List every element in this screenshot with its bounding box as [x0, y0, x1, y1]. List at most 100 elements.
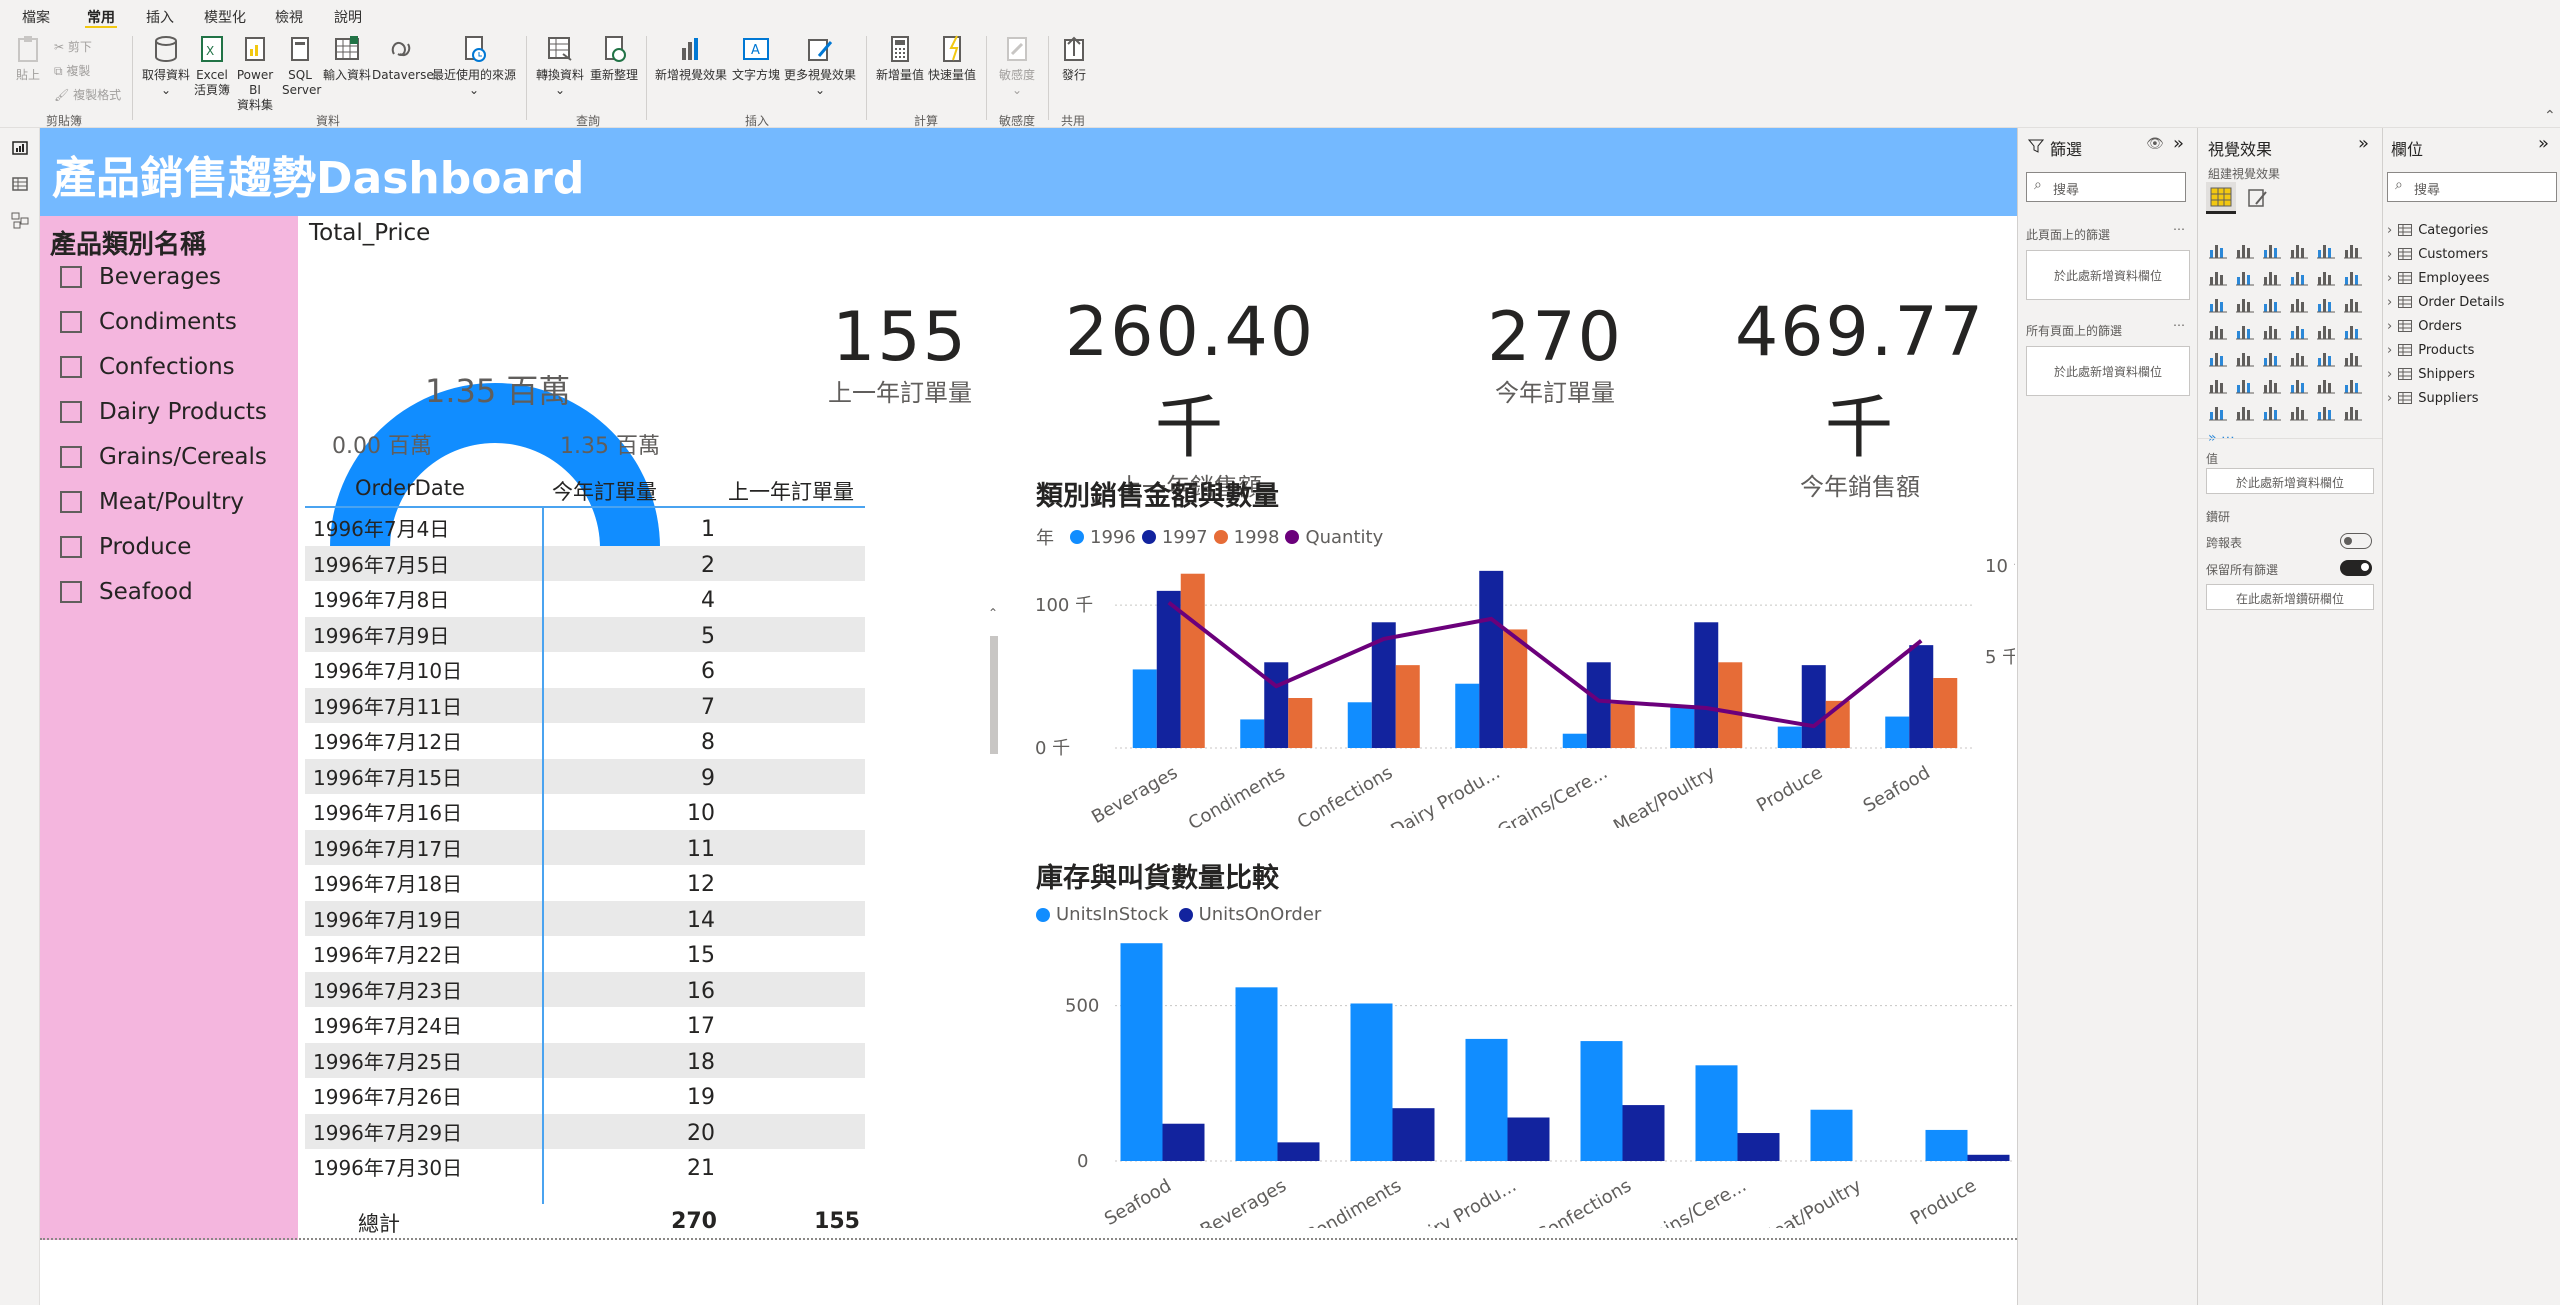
tab-insert[interactable]: 插入 [146, 7, 174, 27]
legend-units-on-order[interactable]: UnitsOnOrder [1199, 904, 1322, 925]
cross-report-toggle[interactable] [2340, 533, 2372, 549]
visual-type-icon[interactable] [2316, 240, 2336, 260]
publish-button[interactable]: 發行 [1054, 34, 1094, 83]
field-table-item[interactable]: › Products [2387, 338, 2474, 362]
visual-type-icon[interactable] [2289, 321, 2309, 341]
format-painter-button[interactable]: 🖌 複製格式 [54, 86, 121, 103]
visual-type-icon[interactable] [2208, 402, 2228, 422]
collapse-visuals-icon[interactable]: » [2358, 133, 2369, 154]
kpi-card-this-year-sales[interactable]: 469.77 千 今年銷售額 [1700, 293, 2020, 502]
table-row[interactable]: 1996年7月16日 10 [305, 794, 865, 830]
table-row[interactable]: 1996年7月26日 19 [305, 1078, 865, 1114]
bar-1996[interactable] [1455, 683, 1480, 748]
checkbox[interactable] [60, 446, 82, 468]
more-visuals-button[interactable]: 更多視覺效果 ⌄ [782, 34, 858, 98]
field-table-item[interactable]: › Categories [2387, 218, 2488, 242]
slicer-item-confections[interactable]: Confections [60, 350, 235, 384]
enter-data-button[interactable]: 輸入資料 [320, 34, 374, 83]
table-row[interactable]: 1996年7月8日 4 [305, 581, 865, 617]
bar-1996[interactable] [1347, 702, 1372, 748]
visual-type-icon[interactable] [2316, 267, 2336, 287]
slicer-item-condiments[interactable]: Condiments [60, 305, 237, 339]
bar-UnitsOnOrder[interactable] [1967, 1154, 2010, 1161]
kpi-card-last-year-sales[interactable]: 260.40 千 上一年銷售額 [1040, 293, 1340, 502]
visual-type-icon[interactable] [2316, 402, 2336, 422]
bar-UnitsInStock[interactable] [1810, 1109, 1853, 1161]
recent-sources-button[interactable]: 最近使用的來源 ⌄ [430, 34, 518, 98]
bar-UnitsInStock[interactable] [1925, 1129, 1968, 1161]
more-options-icon[interactable]: ⋯ [2173, 318, 2185, 332]
checkbox[interactable] [60, 356, 82, 378]
checkbox[interactable] [60, 266, 82, 288]
chevron-right-icon[interactable]: › [2387, 343, 2392, 358]
checkbox[interactable] [60, 491, 82, 513]
bar-UnitsOnOrder[interactable] [1392, 1108, 1435, 1161]
collapse-ribbon-icon[interactable]: ⌃ [2544, 108, 2556, 124]
table-row[interactable]: 1996年7月11日 7 [305, 687, 865, 723]
visual-type-icon[interactable] [2316, 375, 2336, 395]
textbox-button[interactable]: A 文字方塊 [732, 34, 780, 83]
table-row[interactable]: 1996年7月12日 8 [305, 723, 865, 759]
visual-type-icon[interactable] [2208, 348, 2228, 368]
visual-type-icon[interactable] [2235, 294, 2255, 314]
slicer-item-dairy-products[interactable]: Dairy Products [60, 395, 267, 429]
column-header-this-year[interactable]: 今年訂單量 [552, 476, 657, 506]
checkbox[interactable] [60, 401, 82, 423]
bar-UnitsInStock[interactable] [1580, 1041, 1623, 1161]
visual-type-icon[interactable] [2235, 240, 2255, 260]
field-table-item[interactable]: › Customers [2387, 242, 2488, 266]
scroll-up-icon[interactable]: ⌃ [988, 606, 998, 620]
table-row[interactable]: 1996年7月23日 16 [305, 971, 865, 1007]
kpi-card-last-year-orders[interactable]: 155 上一年訂單量 [780, 298, 1020, 408]
field-table-item[interactable]: › Shippers [2387, 362, 2475, 386]
table-row[interactable]: 1996年7月15日 9 [305, 758, 865, 794]
stock-order-chart[interactable]: 0 500 Seafood Beverages CondimentsDairy Prod… [1035, 928, 2015, 1228]
slicer-item-beverages[interactable]: Beverages [60, 260, 221, 294]
bar-UnitsInStock[interactable] [1120, 943, 1163, 1161]
visual-type-icon[interactable] [2289, 240, 2309, 260]
field-table-item[interactable]: › Suppliers [2387, 386, 2479, 410]
legend-units-in-stock[interactable]: UnitsInStock [1056, 904, 1169, 925]
visual-type-icon[interactable] [2235, 321, 2255, 341]
visual-type-icon[interactable] [2316, 321, 2336, 341]
visual-type-icon[interactable] [2343, 267, 2363, 287]
field-table-item[interactable]: › Orders [2387, 314, 2462, 338]
table-row[interactable]: 1996年7月22日 15 [305, 936, 865, 972]
visual-type-icon[interactable] [2343, 240, 2363, 260]
table-scrollbar[interactable]: ⌃ ⌄ [988, 606, 1000, 1305]
checkbox[interactable] [60, 536, 82, 558]
bar-1997[interactable] [1909, 645, 1934, 748]
bar-1997[interactable] [1694, 622, 1719, 748]
visual-type-icon[interactable] [2262, 240, 2282, 260]
visual-type-icon[interactable] [2208, 240, 2228, 260]
keep-filters-toggle[interactable] [2340, 560, 2372, 576]
visual-type-icon[interactable] [2208, 375, 2228, 395]
bar-1997[interactable] [1586, 662, 1611, 748]
bar-1996[interactable] [1240, 719, 1265, 748]
dataverse-button[interactable]: Dataverse [372, 34, 434, 83]
table-row[interactable]: 1996年7月25日 18 [305, 1042, 865, 1078]
visual-type-icon[interactable] [2262, 294, 2282, 314]
visual-type-icon[interactable] [2235, 348, 2255, 368]
bar-UnitsInStock[interactable] [1235, 987, 1278, 1161]
chevron-right-icon[interactable]: › [2387, 295, 2392, 310]
bar-1997[interactable] [1801, 665, 1826, 748]
visual-type-icon[interactable] [2289, 294, 2309, 314]
visual-type-icon[interactable] [2262, 402, 2282, 422]
data-view-icon[interactable] [10, 174, 30, 194]
chevron-right-icon[interactable]: › [2387, 271, 2392, 286]
field-table-item[interactable]: › Employees [2387, 266, 2489, 290]
bar-UnitsInStock[interactable] [1695, 1065, 1738, 1161]
visual-type-icon[interactable] [2208, 294, 2228, 314]
visual-type-icon[interactable] [2262, 375, 2282, 395]
tab-modeling[interactable]: 模型化 [204, 7, 246, 27]
field-table-item[interactable]: › Order Details [2387, 290, 2504, 314]
table-row[interactable]: 1996年7月30日 21 [305, 1149, 865, 1185]
tab-help[interactable]: 說明 [334, 7, 362, 27]
filters-search-input[interactable]: ⌕ 搜尋 [2026, 172, 2186, 202]
slicer-item-seafood[interactable]: Seafood [60, 575, 193, 609]
eye-icon[interactable]: 👁 [2146, 136, 2164, 152]
fields-search-input[interactable]: ⌕ 搜尋 [2387, 172, 2557, 202]
all-filter-well[interactable]: 於此處新增資料欄位 [2026, 346, 2190, 396]
bar-1998[interactable] [1610, 703, 1635, 748]
